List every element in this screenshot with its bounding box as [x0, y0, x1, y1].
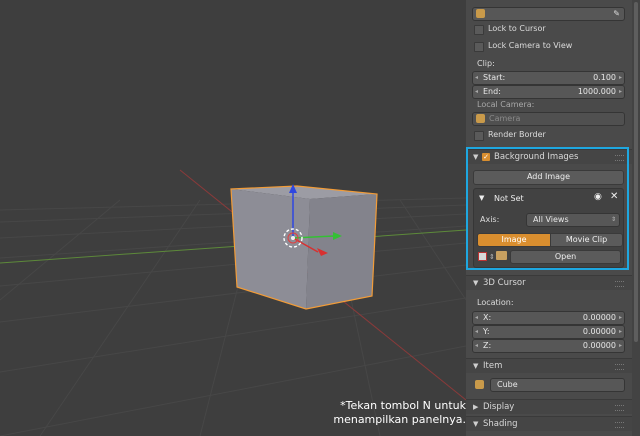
- background-item-title: Not Set: [494, 194, 524, 203]
- folder-icon[interactable]: [496, 251, 507, 260]
- increment-icon[interactable]: ▸: [619, 86, 622, 97]
- decrement-icon[interactable]: ◂: [475, 326, 478, 337]
- cursor-y-value: 0.00000: [582, 327, 616, 336]
- display-title: Display: [483, 402, 515, 412]
- object-icon: [476, 9, 485, 18]
- open-button[interactable]: Open: [510, 250, 621, 264]
- decrement-icon[interactable]: ◂: [475, 72, 478, 83]
- item-header[interactable]: ▼ Item: [466, 358, 632, 373]
- lock-camera-to-view-checkbox[interactable]: [474, 42, 484, 52]
- item-name-value: Cube: [497, 380, 518, 389]
- clip-start-label: Start:: [483, 73, 506, 82]
- axis-value: All Views: [533, 215, 569, 224]
- background-image-item: ▼ Not Set ◉ ✕ Axis: All Views ⇕ Image Mo…: [473, 188, 624, 268]
- render-border-label: Render Border: [488, 130, 546, 139]
- lock-to-cursor-label: Lock to Cursor: [488, 24, 546, 33]
- background-images-header[interactable]: ▼ ✓ Background Images: [466, 149, 632, 164]
- dropdown-arrows-icon: ⇕: [489, 253, 495, 261]
- collapse-triangle-icon: ▼: [473, 362, 479, 370]
- cursor-z-label: Z:: [483, 341, 492, 350]
- clip-label: Clip:: [477, 59, 495, 68]
- display-header[interactable]: ▶ Display: [466, 399, 632, 414]
- location-label: Location:: [477, 298, 514, 307]
- viewport-grid: [0, 169, 466, 436]
- object-icon: [475, 380, 484, 389]
- object-icon: [476, 114, 485, 123]
- dropdown-arrows-icon: ⇕: [610, 216, 616, 223]
- axis-label: Axis:: [480, 215, 500, 224]
- add-image-button[interactable]: Add Image: [473, 170, 624, 185]
- cursor-z-field[interactable]: ◂ Z: 0.00000 ▸: [472, 339, 625, 353]
- collapse-triangle-icon: ▼: [473, 279, 479, 287]
- axis-select[interactable]: All Views ⇕: [526, 213, 620, 227]
- expand-triangle-icon: ▶: [473, 403, 479, 411]
- clip-start-field[interactable]: ◂ Start: 0.100 ▸: [472, 71, 625, 85]
- local-camera-field[interactable]: Camera: [472, 112, 625, 126]
- item-name-field[interactable]: Cube: [490, 378, 625, 392]
- cursor-x-value: 0.00000: [582, 313, 616, 322]
- cube-object[interactable]: [230, 185, 378, 310]
- cursor-z-value: 0.00000: [582, 341, 616, 350]
- decrement-icon[interactable]: ◂: [475, 86, 478, 97]
- increment-icon[interactable]: ▸: [619, 312, 622, 323]
- increment-icon[interactable]: ▸: [619, 326, 622, 337]
- local-camera-label: Local Camera:: [477, 100, 535, 109]
- clip-end-field[interactable]: ◂ End: 1000.000 ▸: [472, 85, 625, 99]
- 3d-viewport[interactable]: *Tekan tombol N untuk menampilkan paneln…: [0, 0, 466, 436]
- increment-icon[interactable]: ▸: [619, 72, 622, 83]
- item-title: Item: [483, 361, 503, 371]
- eyedropper-icon[interactable]: ✎: [613, 8, 620, 19]
- render-border-checkbox[interactable]: [474, 131, 484, 141]
- drag-grip-icon[interactable]: [615, 364, 624, 370]
- caption-line-1: *Tekan tombol N untuk: [340, 399, 466, 412]
- tab-image[interactable]: Image: [477, 233, 551, 247]
- decrement-icon[interactable]: ◂: [475, 340, 478, 351]
- caption-line-2: menampilkan panelnya.: [333, 413, 466, 426]
- y-axis-line: [0, 229, 466, 264]
- cursor-y-label: Y:: [483, 327, 490, 336]
- 3d-cursor-header[interactable]: ▼ 3D Cursor: [466, 275, 632, 290]
- 3d-cursor-title: 3D Cursor: [483, 278, 526, 288]
- expand-triangle-icon[interactable]: ▼: [479, 194, 484, 202]
- drag-grip-icon[interactable]: [615, 405, 624, 411]
- lock-to-cursor-checkbox[interactable]: [474, 25, 484, 35]
- drag-grip-icon[interactable]: [615, 155, 624, 161]
- background-images-checkbox[interactable]: ✓: [482, 153, 490, 161]
- close-icon[interactable]: ✕: [610, 191, 618, 202]
- clip-end-value: 1000.000: [577, 87, 616, 96]
- collapse-triangle-icon: ▼: [473, 420, 479, 428]
- decrement-icon[interactable]: ◂: [475, 312, 478, 323]
- camera-placeholder: Camera: [489, 114, 521, 123]
- cursor-x-label: X:: [483, 313, 492, 322]
- increment-icon[interactable]: ▸: [619, 340, 622, 351]
- shading-header[interactable]: ▼ Shading: [466, 416, 632, 431]
- cursor-x-field[interactable]: ◂ X: 0.00000 ▸: [472, 311, 625, 325]
- properties-panel: ✎ Lock to Cursor Lock Camera to View Cli…: [466, 0, 632, 436]
- panel-scrollbar[interactable]: [632, 0, 640, 436]
- tab-movie-clip[interactable]: Movie Clip: [550, 233, 623, 247]
- shading-title: Shading: [483, 419, 518, 429]
- drag-grip-icon[interactable]: [615, 422, 624, 428]
- background-images-title: Background Images: [494, 152, 579, 162]
- cursor-y-field[interactable]: ◂ Y: 0.00000 ▸: [472, 325, 625, 339]
- clip-end-label: End:: [483, 87, 501, 96]
- collapse-triangle-icon: ▼: [473, 153, 479, 161]
- lock-camera-to-view-label: Lock Camera to View: [488, 41, 573, 50]
- caption-note: *Tekan tombol N untuk menampilkan paneln…: [316, 399, 466, 427]
- lock-object-field[interactable]: ✎: [472, 7, 625, 21]
- drag-grip-icon[interactable]: [615, 281, 624, 287]
- eye-icon[interactable]: ◉: [594, 192, 602, 202]
- image-browse-icon[interactable]: [478, 252, 487, 261]
- clip-start-value: 0.100: [593, 73, 616, 82]
- scrollbar-thumb[interactable]: [634, 2, 638, 342]
